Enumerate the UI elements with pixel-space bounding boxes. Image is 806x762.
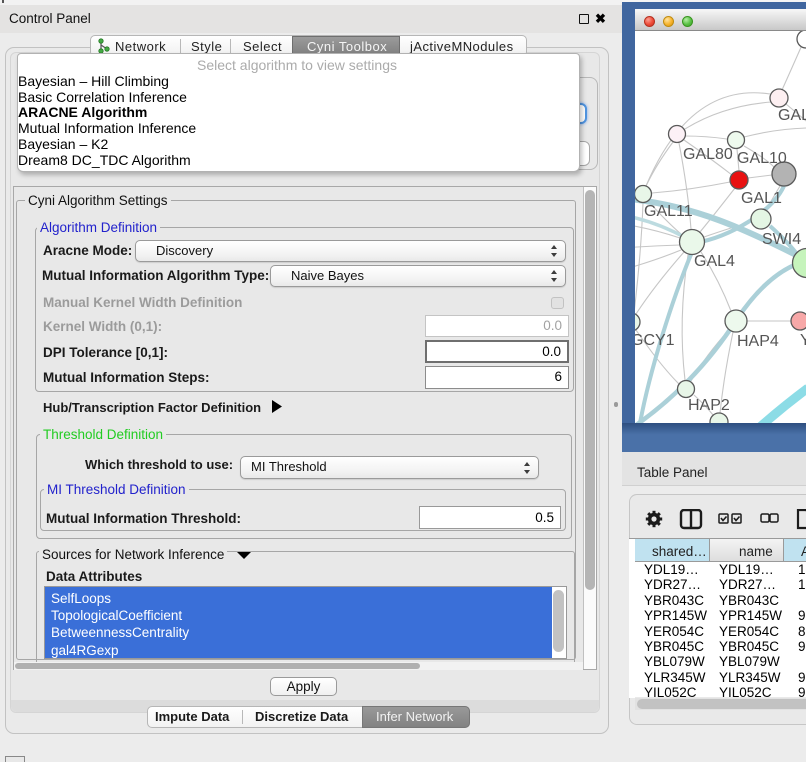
svg-text:GAL4: GAL4 xyxy=(694,253,735,270)
svg-text:GAL80: GAL80 xyxy=(683,146,733,163)
svg-text:Y: Y xyxy=(800,332,806,349)
svg-text:GAL11: GAL11 xyxy=(644,203,693,220)
svg-text:HAP4: HAP4 xyxy=(737,333,779,350)
svg-text:GAL1: GAL1 xyxy=(741,190,782,207)
svg-text:GCY1: GCY1 xyxy=(635,332,675,349)
svg-text:GAL7: GAL7 xyxy=(778,107,806,124)
svg-text:SWI4: SWI4 xyxy=(762,231,801,248)
svg-text:HAP2: HAP2 xyxy=(688,397,730,414)
svg-text:GAL10: GAL10 xyxy=(737,150,787,167)
